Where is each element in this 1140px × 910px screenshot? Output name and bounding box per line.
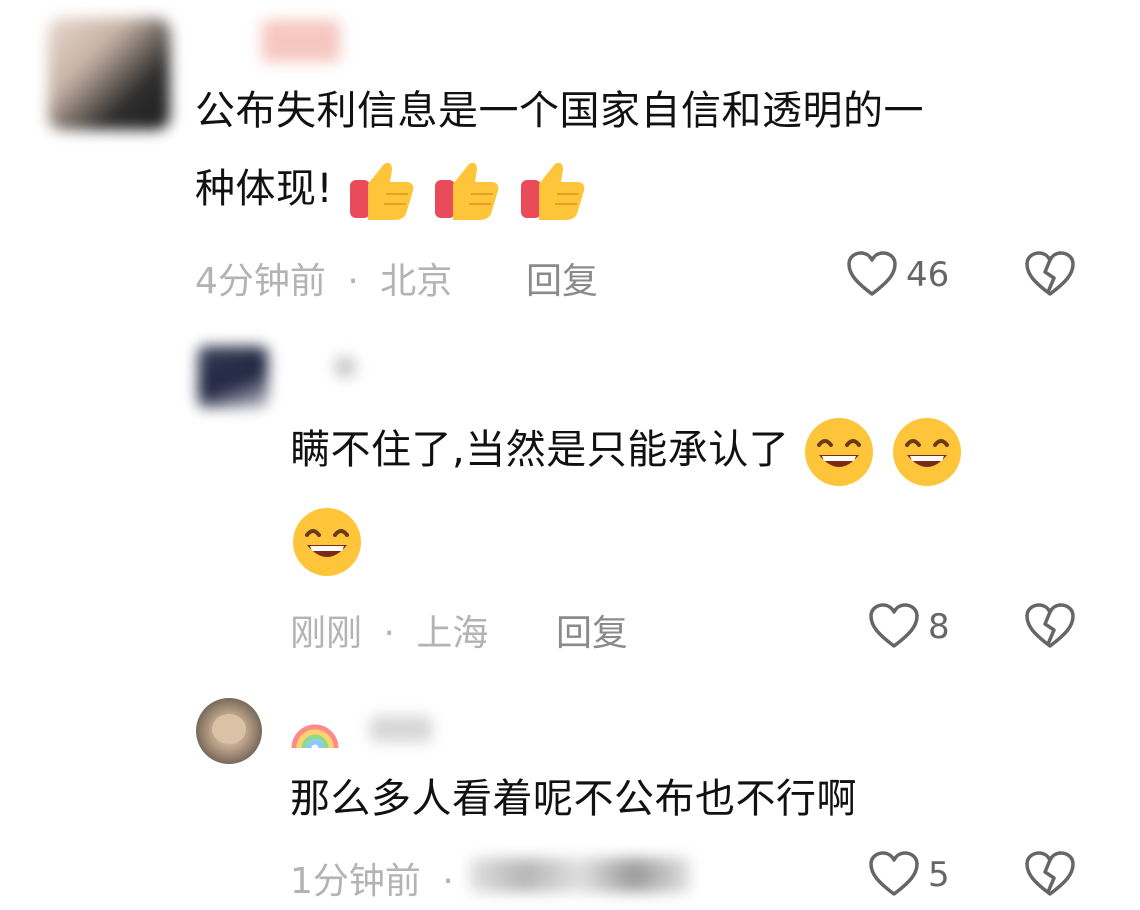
location: 北京 [380,261,453,302]
reply-button[interactable]: 回复 [556,604,628,656]
heart-icon[interactable] [846,250,898,298]
comment-text-line-2 [290,505,364,579]
comment-meta: 刚刚 · 上海 [290,604,488,656]
comment-meta: 1分钟前 · [290,852,464,904]
heart-icon[interactable] [868,602,920,650]
grinning-face-emoji [293,508,361,576]
comment-meta: 4分钟前 · 北京 [195,252,452,304]
separator: · [442,861,454,902]
thumbs-up-emoji [350,162,414,220]
grinning-face-emoji [805,418,874,486]
separator: · [347,261,359,302]
username[interactable] [370,716,432,742]
rainbow-icon [291,724,339,749]
thumbs-up-emoji [435,162,499,220]
comment-text-span: 种体现! [195,166,334,212]
comment-text-span: 瞒不住了,当然是只能承认了 [290,427,790,473]
comment-text-line-1: 那么多人看着呢不公布也不行啊 [290,776,857,822]
grinning-face-emoji [892,418,961,486]
avatar[interactable] [48,18,170,130]
username[interactable] [334,356,356,378]
location: 上海 [416,613,489,654]
like-count: 8 [928,607,950,647]
username[interactable] [262,20,340,62]
comment-text-line-1: 瞒不住了,当然是只能承认了 [290,415,964,489]
timestamp: 刚刚 [290,613,363,654]
thumbs-up-emoji [520,162,585,220]
timestamp: 1分钟前 [290,861,421,902]
heart-icon[interactable] [868,850,920,898]
timestamp: 4分钟前 [195,261,326,302]
broken-heart-icon[interactable] [1024,850,1076,898]
separator: · [383,613,395,654]
avatar[interactable] [198,346,268,408]
broken-heart-icon[interactable] [1024,602,1076,650]
comment-text-line-2: 种体现! [195,154,589,224]
location-redacted [470,858,690,892]
broken-heart-icon[interactable] [1024,250,1076,298]
like-count: 5 [928,855,950,895]
like-count: 46 [906,255,950,295]
avatar[interactable] [196,698,262,764]
reply-button[interactable]: 回复 [526,252,598,304]
comment-text-line-1: 公布失利信息是一个国家自信和透明的一 [195,88,924,134]
